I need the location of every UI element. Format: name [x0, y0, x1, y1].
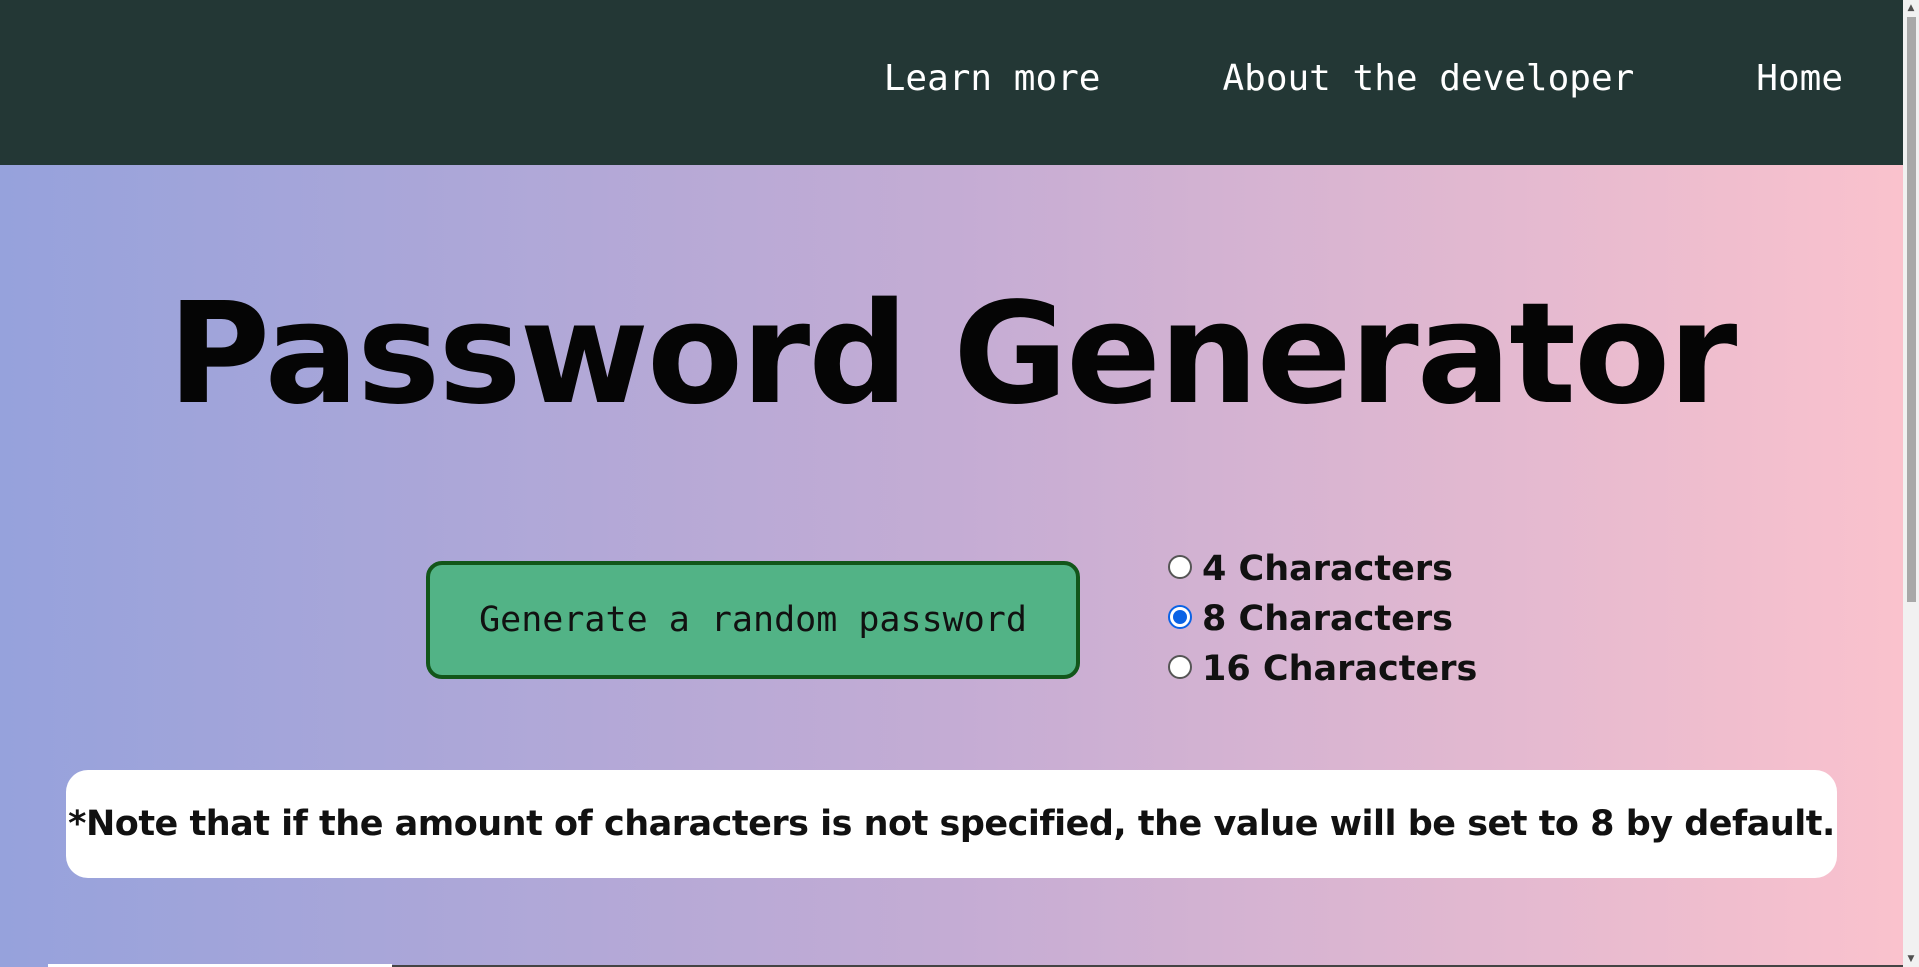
- page-background: Learn more About the developer Home Pass…: [0, 0, 1903, 967]
- scroll-up-arrow-icon[interactable]: ▲: [1903, 0, 1919, 16]
- radio-label-16: 16 Characters: [1202, 649, 1478, 689]
- nav-link-learn-more[interactable]: Learn more: [884, 58, 1101, 99]
- length-radio-group: 4 Characters 8 Characters 16 Characters: [1168, 544, 1477, 694]
- generate-password-button[interactable]: Generate a random password: [426, 561, 1080, 679]
- top-navbar: Learn more About the developer Home: [0, 0, 1903, 165]
- radio-option-16-characters[interactable]: 16 Characters: [1168, 644, 1477, 694]
- radio-button-8[interactable]: [1168, 605, 1192, 629]
- radio-button-16[interactable]: [1168, 655, 1192, 679]
- page-title: Password Generator: [167, 273, 1738, 436]
- note-text: *Note that if the amount of characters i…: [68, 804, 1835, 844]
- radio-option-8-characters[interactable]: 8 Characters: [1168, 594, 1477, 644]
- scroll-down-arrow-icon[interactable]: ▼: [1903, 951, 1919, 967]
- nav-link-home[interactable]: Home: [1756, 58, 1843, 99]
- radio-button-4[interactable]: [1168, 555, 1192, 579]
- browser-viewport: Learn more About the developer Home Pass…: [0, 0, 1919, 967]
- default-length-note: *Note that if the amount of characters i…: [66, 770, 1837, 878]
- radio-option-4-characters[interactable]: 4 Characters: [1168, 544, 1477, 594]
- vertical-scrollbar[interactable]: ▲ ▼: [1903, 0, 1919, 967]
- radio-label-8: 8 Characters: [1202, 599, 1453, 639]
- nav-link-about-developer[interactable]: About the developer: [1222, 58, 1634, 99]
- radio-label-4: 4 Characters: [1202, 549, 1453, 589]
- scrollbar-thumb[interactable]: [1907, 17, 1916, 602]
